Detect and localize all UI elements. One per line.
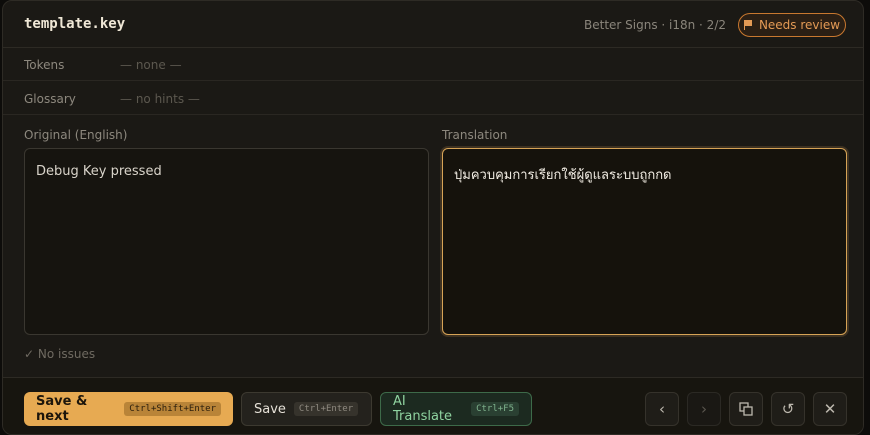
translation-text: ปุ่มควบคุมการเรียกใช้ผู้ดูแลระบบถูกกด — [454, 168, 672, 183]
copy-icon — [739, 402, 753, 416]
previous-button[interactable]: ‹ — [645, 392, 679, 426]
tokens-row: Tokens — none — — [3, 48, 863, 81]
ai-translate-label: AI Translate — [393, 394, 453, 424]
chevron-right-icon: › — [701, 400, 707, 418]
reset-button[interactable]: ↺ — [771, 392, 805, 426]
save-button[interactable]: Save Ctrl+Enter — [241, 392, 372, 426]
reset-icon: ↺ — [781, 400, 795, 418]
translation-editor-panel: template.key Better Signs · i18n · 2/2 N… — [2, 0, 864, 435]
tokens-label: Tokens — [24, 58, 65, 72]
editor-header: template.key Better Signs · i18n · 2/2 N… — [3, 1, 863, 48]
flag-icon — [743, 20, 753, 30]
original-text-box: Debug Key pressed — [24, 148, 429, 335]
save-and-next-button[interactable]: Save & next Ctrl+Shift+Enter — [24, 392, 233, 426]
save-and-next-label: Save & next — [36, 394, 88, 424]
close-icon: ✕ — [823, 400, 837, 418]
save-label: Save — [254, 401, 286, 417]
next-button[interactable]: › — [687, 392, 721, 426]
glossary-row: Glossary — no hints — — [3, 82, 863, 115]
glossary-value: — no hints — — [120, 92, 200, 106]
breadcrumb: Better Signs · i18n · 2/2 — [584, 18, 726, 32]
tokens-value: — none — — [120, 58, 182, 72]
close-button[interactable]: ✕ — [813, 392, 847, 426]
translation-label: Translation — [442, 128, 508, 142]
ai-translate-button[interactable]: AI Translate Ctrl+F5 — [380, 392, 532, 426]
status-badge[interactable]: Needs review — [738, 13, 846, 37]
save-and-next-shortcut: Ctrl+Shift+Enter — [124, 402, 221, 416]
string-key-title: template.key — [24, 16, 126, 32]
ai-translate-shortcut: Ctrl+F5 — [471, 402, 519, 416]
status-badge-label: Needs review — [758, 18, 841, 32]
chevron-left-icon: ‹ — [659, 400, 665, 418]
save-shortcut: Ctrl+Enter — [293, 402, 359, 416]
original-text: Debug Key pressed — [36, 164, 162, 179]
glossary-label: Glossary — [24, 92, 76, 106]
validation-status: ✓ No issues — [24, 347, 96, 361]
copy-source-button[interactable] — [729, 392, 763, 426]
translation-input[interactable]: ปุ่มควบคุมการเรียกใช้ผู้ดูแลระบบถูกกด — [442, 148, 847, 335]
original-label: Original (English) — [24, 128, 128, 142]
editor-footer: Save & next Ctrl+Shift+Enter Save Ctrl+E… — [3, 377, 863, 434]
